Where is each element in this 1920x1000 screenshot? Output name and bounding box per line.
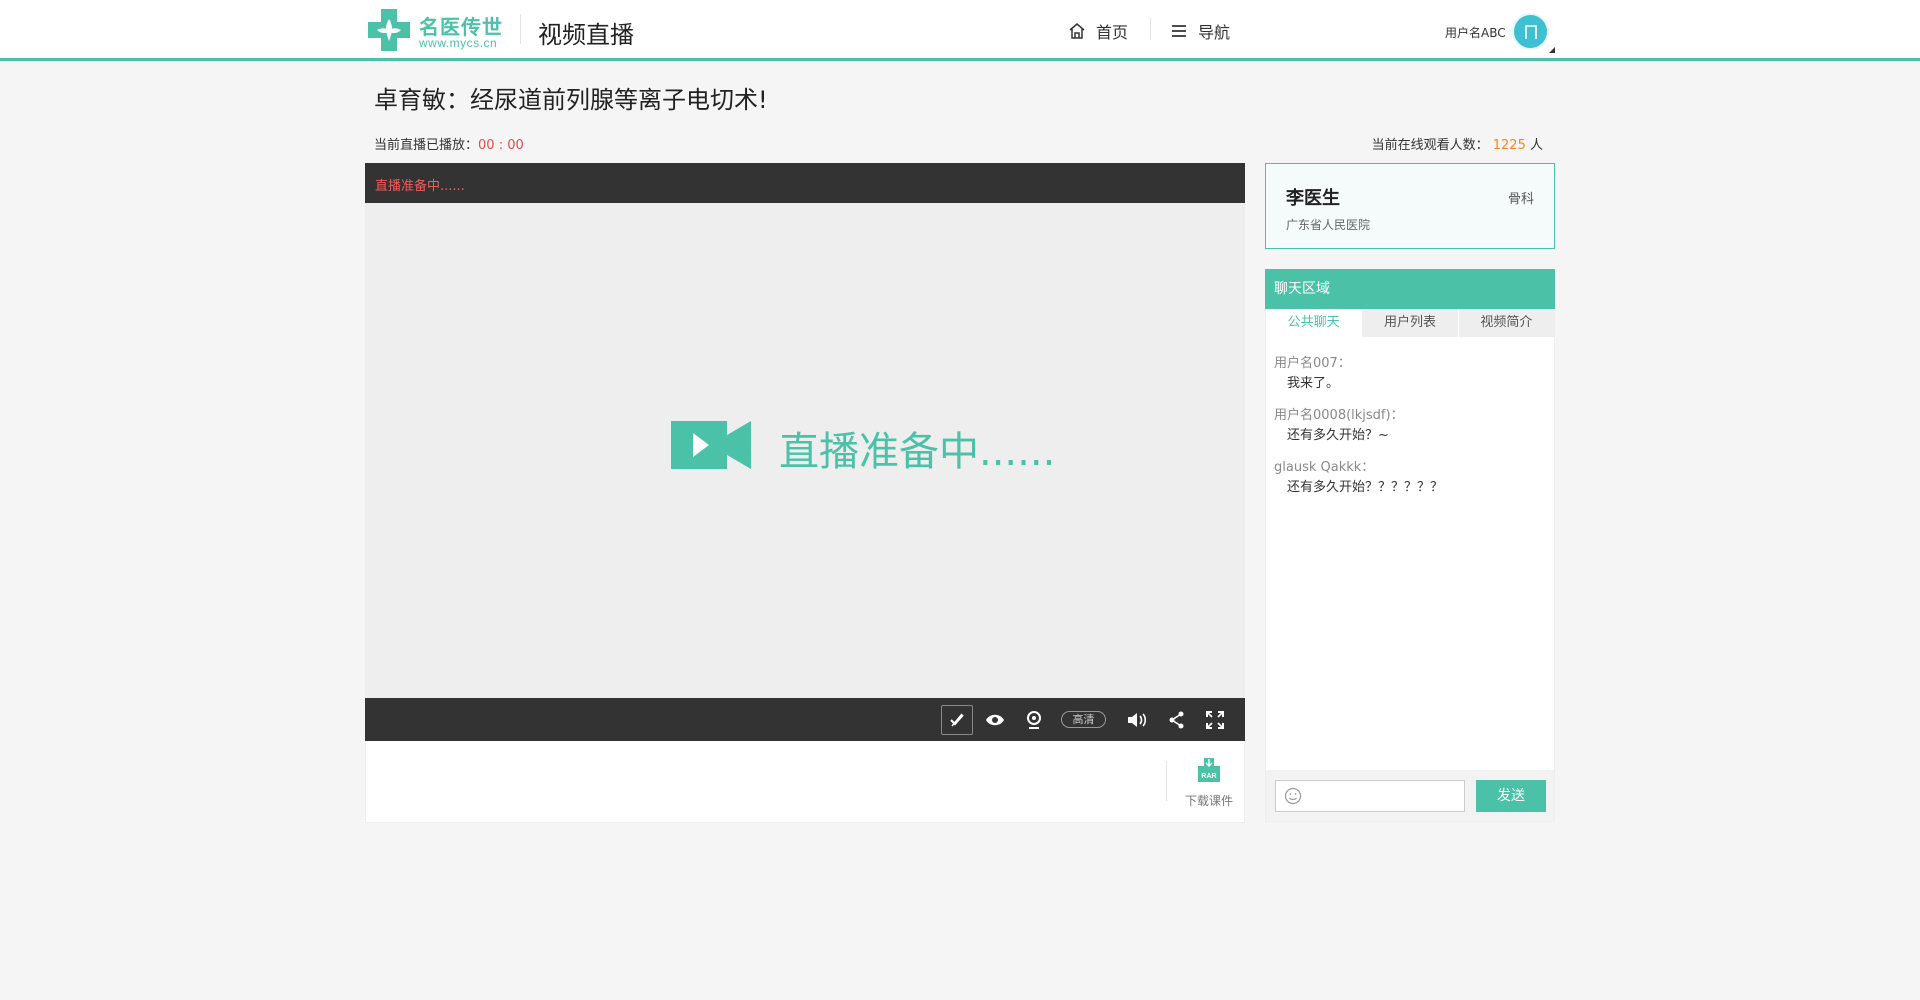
online-value: 1225 xyxy=(1492,138,1526,153)
site-logo[interactable]: 名医传世 www.mycs.cn xyxy=(364,5,504,55)
message-user: 用户名0008(lkjsdf)： xyxy=(1274,408,1404,423)
download-label: 下载课件 xyxy=(1184,794,1233,808)
user-avatar[interactable] xyxy=(1512,13,1549,50)
rar-badge: RAR xyxy=(1201,773,1216,780)
menu-icon xyxy=(1172,25,1186,37)
tab-video-intro[interactable]: 视频简介 xyxy=(1457,309,1554,337)
nav-menu-link[interactable]: 导航 xyxy=(1170,19,1230,43)
doctor-name: 李医生 xyxy=(1286,188,1340,209)
eye-icon xyxy=(986,714,1004,726)
doctor-card: 李医生 骨科 广东省人民医院 xyxy=(1265,163,1555,249)
send-button[interactable]: 发送 xyxy=(1476,780,1546,812)
view-mode-button[interactable] xyxy=(979,705,1011,735)
message-text: 我来了。 xyxy=(1287,376,1340,391)
download-courseware-button[interactable]: RAR 下载课件 xyxy=(1181,757,1237,809)
danmaku-off-icon xyxy=(950,713,964,727)
chat-tabs: 公共聊天 用户列表 视频简介 xyxy=(1266,309,1554,337)
player-footer: RAR 下载课件 xyxy=(365,741,1245,823)
doctor-hospital: 广东省人民医院 xyxy=(1286,218,1371,232)
player-status: 直播准备中...... xyxy=(375,179,465,194)
player-status-bar: 直播准备中...... xyxy=(365,163,1245,203)
played-time: 当前直播已播放：00 : 00 xyxy=(374,134,524,153)
message-user: glausk Qakkk： xyxy=(1274,460,1375,475)
chat-message-input[interactable] xyxy=(1275,780,1465,812)
chat-messages: 用户名007： 我来了。 用户名0008(lkjsdf)： 还有多久开始？~ g… xyxy=(1274,355,1544,511)
chat-compose: 发送 xyxy=(1266,770,1554,823)
logo-url: www.mycs.cn xyxy=(419,36,498,50)
home-icon xyxy=(1069,23,1085,39)
nav-menu-label: 导航 xyxy=(1198,23,1231,42)
played-value: 00 : 00 xyxy=(478,138,524,153)
quality-button[interactable]: 高清 xyxy=(1061,711,1106,728)
chat-message: 用户名0008(lkjsdf)： 还有多久开始？~ xyxy=(1274,407,1544,447)
chat-message: glausk Qakkk： 还有多久开始？？？？？？ xyxy=(1274,459,1544,499)
avatar-glyph-icon xyxy=(1524,24,1537,39)
header-divider xyxy=(520,14,521,44)
nav-divider xyxy=(1150,18,1151,40)
logo-cross-icon xyxy=(368,9,410,51)
fullscreen-icon xyxy=(1206,711,1224,729)
share-button[interactable] xyxy=(1161,705,1193,735)
volume-icon xyxy=(1128,713,1147,727)
video-screen[interactable]: 直播准备中...... xyxy=(365,203,1245,698)
chat-message: 用户名007： 我来了。 xyxy=(1274,355,1544,395)
doctor-department: 骨科 xyxy=(1507,192,1534,207)
camera-button[interactable] xyxy=(1018,705,1050,735)
played-label: 当前直播已播放： xyxy=(374,138,479,153)
nav-home-label: 首页 xyxy=(1096,23,1129,42)
online-label: 当前在线观看人数： xyxy=(1371,138,1489,153)
emoji-icon[interactable] xyxy=(1284,787,1302,805)
message-user: 用户名007： xyxy=(1274,356,1351,371)
screen-message: 直播准备中...... xyxy=(779,429,1056,475)
footer-divider xyxy=(1166,761,1167,801)
username[interactable]: 用户名ABC xyxy=(1445,24,1506,41)
video-player: 直播准备中...... 直播准备中...... 高清 xyxy=(365,163,1245,741)
share-icon xyxy=(1169,711,1184,729)
webcam-icon xyxy=(1027,711,1041,729)
nav-home-link[interactable]: 首页 xyxy=(1068,19,1128,43)
tab-public-chat[interactable]: 公共聊天 xyxy=(1266,309,1362,337)
video-camera-icon xyxy=(671,421,751,469)
chat-panel: 聊天区域 公共聊天 用户列表 视频简介 用户名007： 我来了。 用户名0008… xyxy=(1265,269,1555,823)
online-unit: 人 xyxy=(1529,138,1543,153)
top-header: 名医传世 www.mycs.cn 视频直播 首页 导航 用户名ABC xyxy=(0,0,1920,61)
message-text: 还有多久开始？？？？？？ xyxy=(1287,480,1444,495)
fullscreen-button[interactable] xyxy=(1199,705,1231,735)
online-count: 当前在线观看人数： 1225 人 xyxy=(1372,134,1543,153)
volume-button[interactable] xyxy=(1121,705,1153,735)
page-heading: 视频直播 xyxy=(538,21,634,49)
avatar-dropdown-icon[interactable] xyxy=(1549,47,1555,53)
danmaku-toggle-button[interactable] xyxy=(941,705,973,735)
live-title: 卓育敏：经尿道前列腺等离子电切术! xyxy=(374,86,768,114)
player-controls: 高清 xyxy=(365,698,1245,741)
chat-title: 聊天区域 xyxy=(1265,269,1555,309)
tab-user-list[interactable]: 用户列表 xyxy=(1361,309,1457,337)
rar-file-icon: RAR xyxy=(1198,758,1220,782)
message-text: 还有多久开始？~ xyxy=(1287,428,1389,443)
